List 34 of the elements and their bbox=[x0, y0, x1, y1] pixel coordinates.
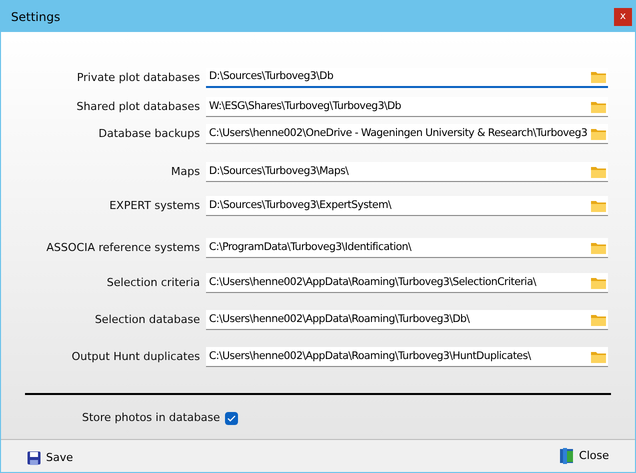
path-field[interactable]: W:\ESG\Shares\Turboveg\Turboveg3\Db bbox=[206, 97, 608, 117]
window-title: Settings bbox=[11, 8, 60, 26]
field-label: Private plot databases bbox=[76, 70, 201, 86]
store-photos-checkbox[interactable] bbox=[225, 412, 238, 425]
field-label: Output Hunt duplicates bbox=[70, 348, 201, 365]
folder-icon[interactable] bbox=[591, 128, 606, 140]
path-field[interactable]: C:\Users\henne002\AppData\Roaming\Turboveg3\SelectionCriteria\ bbox=[206, 273, 608, 293]
close-button[interactable]: x bbox=[614, 8, 632, 26]
folder-icon[interactable] bbox=[591, 71, 606, 83]
path-field[interactable]: D:\Sources\Turboveg3\Db bbox=[206, 68, 608, 88]
path-field[interactable]: C:\Users\henne002\AppData\Roaming\Turboveg3\Db\ bbox=[206, 310, 608, 330]
path-field[interactable]: C:\ProgramData\Turboveg3\Identification\ bbox=[206, 238, 608, 258]
folder-icon[interactable] bbox=[591, 276, 606, 288]
path-field[interactable]: D:\Sources\Turboveg3\Maps\ bbox=[206, 162, 608, 182]
field-label: Selection criteria bbox=[106, 274, 201, 291]
door-icon bbox=[560, 448, 574, 464]
field-label: Shared plot databases bbox=[75, 98, 201, 115]
checkbox-label: Store photos in database bbox=[82, 410, 220, 426]
folder-icon[interactable] bbox=[591, 350, 606, 362]
field-label: ASSOCIA reference systems bbox=[45, 240, 201, 256]
folder-icon[interactable] bbox=[591, 100, 606, 112]
folder-icon[interactable] bbox=[591, 200, 606, 212]
field-label: Selection database bbox=[94, 312, 201, 328]
close-button[interactable]: Close bbox=[560, 448, 609, 464]
path-field[interactable]: C:\Users\henne002\AppData\Roaming\Turboveg3\HuntDuplicates\ bbox=[206, 347, 608, 367]
field-label: Database backups bbox=[98, 126, 201, 142]
folder-icon[interactable] bbox=[591, 242, 606, 254]
folder-icon[interactable] bbox=[591, 314, 606, 326]
path-field[interactable]: C:\Users\henne002\OneDrive - Wageningen University & Research\Turboveg3 bbox=[206, 124, 608, 144]
path-field[interactable]: D:\Sources\Turboveg3\ExpertSystem\ bbox=[206, 196, 608, 216]
field-label: Maps bbox=[170, 164, 201, 180]
save-button[interactable]: Save bbox=[27, 450, 74, 466]
folder-icon[interactable] bbox=[591, 166, 606, 178]
field-label: EXPERT systems bbox=[108, 198, 201, 214]
